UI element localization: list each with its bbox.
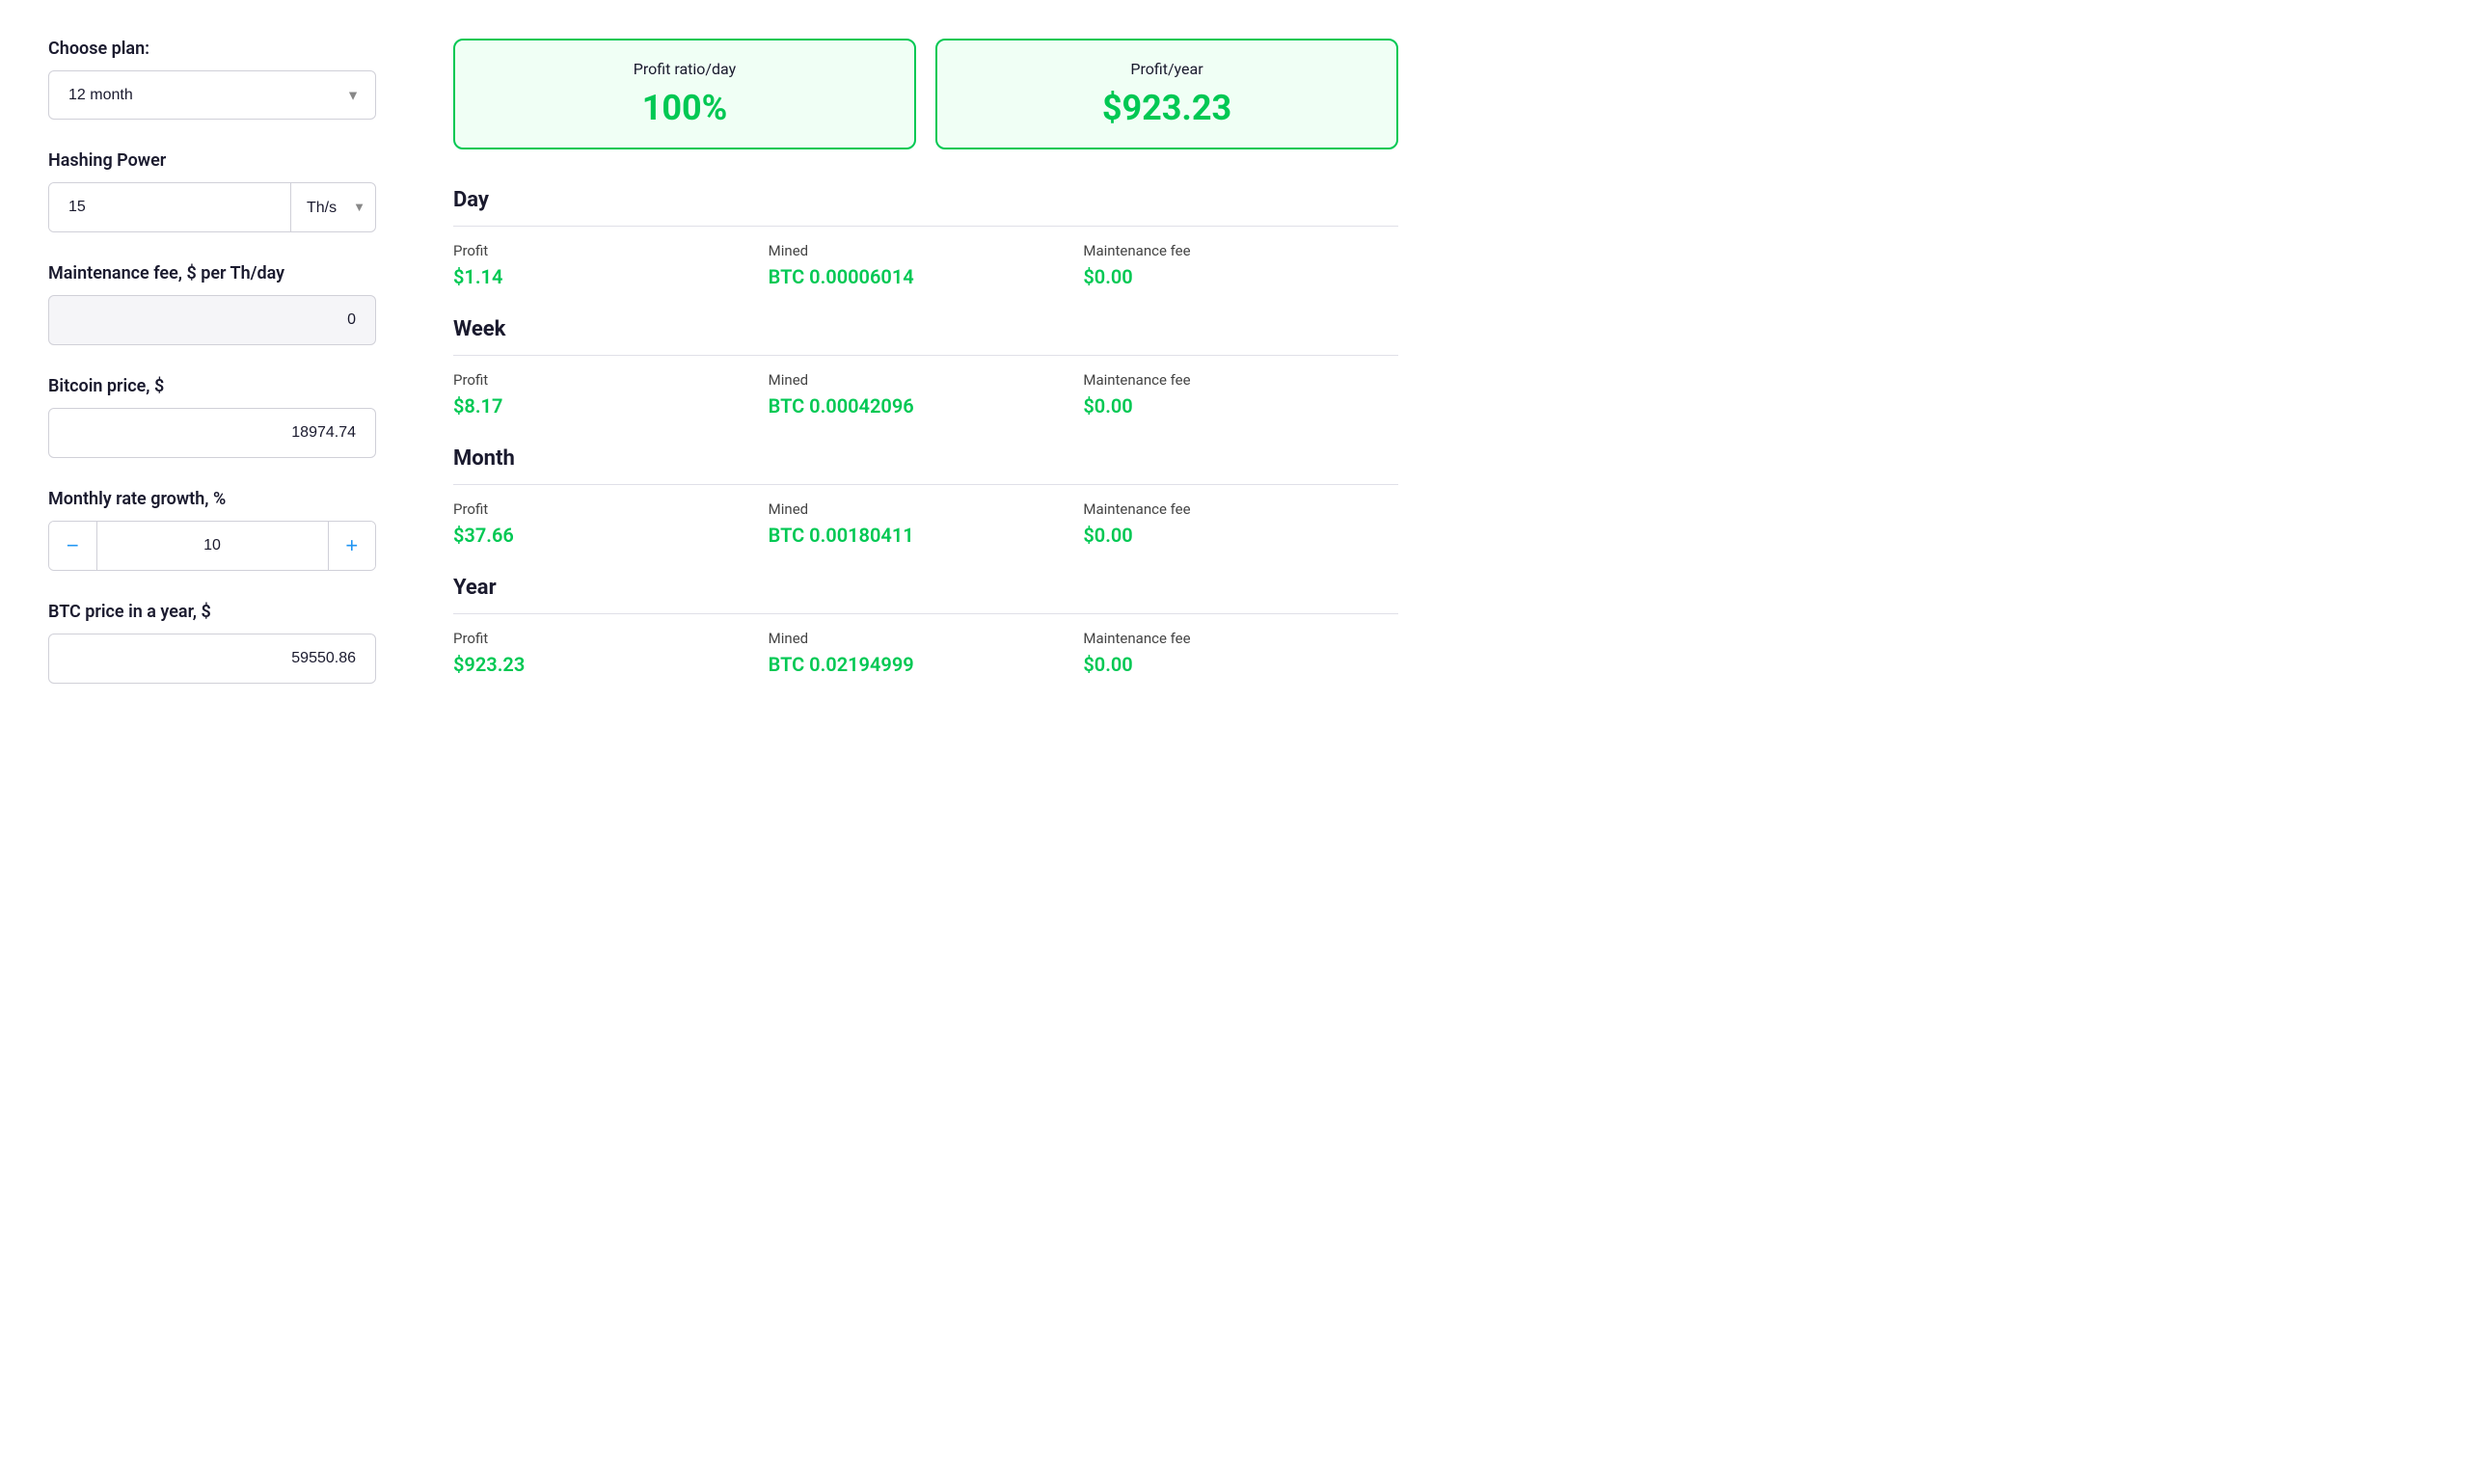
choose-plan-label: Choose plan: xyxy=(48,39,376,59)
stat-mined-label-3: Mined xyxy=(769,630,1084,647)
stepper-row: − + xyxy=(48,521,376,571)
stat-fee-2: Maintenance fee $0.00 xyxy=(1083,500,1398,547)
stat-profit-0: Profit $1.14 xyxy=(453,242,769,288)
main-layout: Choose plan: 12 month 1 month 3 month 6 … xyxy=(48,39,1398,715)
profit-year-value: $923.23 xyxy=(966,88,1367,128)
stat-fee-1: Maintenance fee $0.00 xyxy=(1083,371,1398,418)
profit-year-label: Profit/year xyxy=(966,60,1367,78)
stat-fee-0: Maintenance fee $0.00 xyxy=(1083,242,1398,288)
stat-profit-1: Profit $8.17 xyxy=(453,371,769,418)
maintenance-fee-group: Maintenance fee, $ per Th/day xyxy=(48,263,376,345)
monthly-growth-label: Monthly rate growth, % xyxy=(48,489,376,509)
stat-mined-value-3: BTC 0.02194999 xyxy=(769,653,1084,676)
period-divider-1 xyxy=(453,355,1398,356)
stat-fee-value-1: $0.00 xyxy=(1083,394,1398,418)
plan-select[interactable]: 12 month 1 month 3 month 6 month 24 mont… xyxy=(49,71,375,119)
hashing-power-group: Hashing Power Th/s Gh/s Mh/s ▼ xyxy=(48,150,376,232)
period-stats-2: Profit $37.66 Mined BTC 0.00180411 Maint… xyxy=(453,500,1398,547)
stat-fee-value-3: $0.00 xyxy=(1083,653,1398,676)
stat-profit-label-3: Profit xyxy=(453,630,769,647)
period-title-3: Year xyxy=(453,576,1398,600)
hashing-power-label: Hashing Power xyxy=(48,150,376,171)
period-stats-1: Profit $8.17 Mined BTC 0.00042096 Mainte… xyxy=(453,371,1398,418)
profit-year-card: Profit/year $923.23 xyxy=(935,39,1398,149)
stat-mined-value-1: BTC 0.00042096 xyxy=(769,394,1084,418)
stat-mined-value-2: BTC 0.00180411 xyxy=(769,524,1084,547)
stat-mined-1: Mined BTC 0.00042096 xyxy=(769,371,1084,418)
stat-fee-value-0: $0.00 xyxy=(1083,265,1398,288)
stat-fee-value-2: $0.00 xyxy=(1083,524,1398,547)
left-panel: Choose plan: 12 month 1 month 3 month 6 … xyxy=(48,39,376,715)
decrement-button[interactable]: − xyxy=(49,522,97,570)
stat-fee-label-0: Maintenance fee xyxy=(1083,242,1398,259)
stat-profit-label-2: Profit xyxy=(453,500,769,518)
period-stats-0: Profit $1.14 Mined BTC 0.00006014 Mainte… xyxy=(453,242,1398,288)
stat-mined-label-0: Mined xyxy=(769,242,1084,259)
maintenance-fee-input[interactable] xyxy=(48,295,376,345)
stat-profit-value-3: $923.23 xyxy=(453,653,769,676)
stat-profit-label-0: Profit xyxy=(453,242,769,259)
period-month: Month Profit $37.66 Mined BTC 0.00180411… xyxy=(453,446,1398,547)
summary-cards: Profit ratio/day 100% Profit/year $923.2… xyxy=(453,39,1398,149)
stat-profit-value-2: $37.66 xyxy=(453,524,769,547)
bitcoin-price-group: Bitcoin price, $ xyxy=(48,376,376,458)
period-divider-3 xyxy=(453,613,1398,614)
profit-ratio-card: Profit ratio/day 100% xyxy=(453,39,916,149)
stat-mined-2: Mined BTC 0.00180411 xyxy=(769,500,1084,547)
hashing-value-input[interactable] xyxy=(49,183,290,231)
period-divider-2 xyxy=(453,484,1398,485)
period-stats-3: Profit $923.23 Mined BTC 0.02194999 Main… xyxy=(453,630,1398,676)
maintenance-fee-label: Maintenance fee, $ per Th/day xyxy=(48,263,376,283)
period-divider-0 xyxy=(453,226,1398,227)
monthly-growth-group: Monthly rate growth, % − + xyxy=(48,489,376,571)
stat-fee-label-3: Maintenance fee xyxy=(1083,630,1398,647)
growth-value-input[interactable] xyxy=(97,522,328,570)
stat-profit-label-1: Profit xyxy=(453,371,769,389)
stat-profit-2: Profit $37.66 xyxy=(453,500,769,547)
hashing-unit-select[interactable]: Th/s Gh/s Mh/s xyxy=(291,184,375,231)
periods-container: Day Profit $1.14 Mined BTC 0.00006014 Ma… xyxy=(453,188,1398,676)
period-title-2: Month xyxy=(453,446,1398,471)
stat-fee-label-1: Maintenance fee xyxy=(1083,371,1398,389)
right-panel: Profit ratio/day 100% Profit/year $923.2… xyxy=(453,39,1398,715)
btc-price-year-group: BTC price in a year, $ xyxy=(48,602,376,684)
hashing-unit-wrapper[interactable]: Th/s Gh/s Mh/s ▼ xyxy=(290,183,375,231)
stat-profit-value-0: $1.14 xyxy=(453,265,769,288)
period-year: Year Profit $923.23 Mined BTC 0.02194999… xyxy=(453,576,1398,676)
profit-ratio-label: Profit ratio/day xyxy=(484,60,885,78)
increment-button[interactable]: + xyxy=(328,522,376,570)
period-title-0: Day xyxy=(453,188,1398,212)
period-title-1: Week xyxy=(453,317,1398,341)
choose-plan-group: Choose plan: 12 month 1 month 3 month 6 … xyxy=(48,39,376,120)
stat-mined-3: Mined BTC 0.02194999 xyxy=(769,630,1084,676)
stat-fee-label-2: Maintenance fee xyxy=(1083,500,1398,518)
stat-mined-label-1: Mined xyxy=(769,371,1084,389)
stat-fee-3: Maintenance fee $0.00 xyxy=(1083,630,1398,676)
stat-profit-3: Profit $923.23 xyxy=(453,630,769,676)
stat-profit-value-1: $8.17 xyxy=(453,394,769,418)
stat-mined-0: Mined BTC 0.00006014 xyxy=(769,242,1084,288)
stat-mined-value-0: BTC 0.00006014 xyxy=(769,265,1084,288)
bitcoin-price-input[interactable] xyxy=(48,408,376,458)
plan-select-wrapper[interactable]: 12 month 1 month 3 month 6 month 24 mont… xyxy=(48,70,376,120)
stat-mined-label-2: Mined xyxy=(769,500,1084,518)
bitcoin-price-label: Bitcoin price, $ xyxy=(48,376,376,396)
profit-ratio-value: 100% xyxy=(484,88,885,128)
btc-price-year-label: BTC price in a year, $ xyxy=(48,602,376,622)
period-week: Week Profit $8.17 Mined BTC 0.00042096 M… xyxy=(453,317,1398,418)
btc-price-year-input[interactable] xyxy=(48,634,376,684)
period-day: Day Profit $1.14 Mined BTC 0.00006014 Ma… xyxy=(453,188,1398,288)
hashing-row: Th/s Gh/s Mh/s ▼ xyxy=(48,182,376,232)
